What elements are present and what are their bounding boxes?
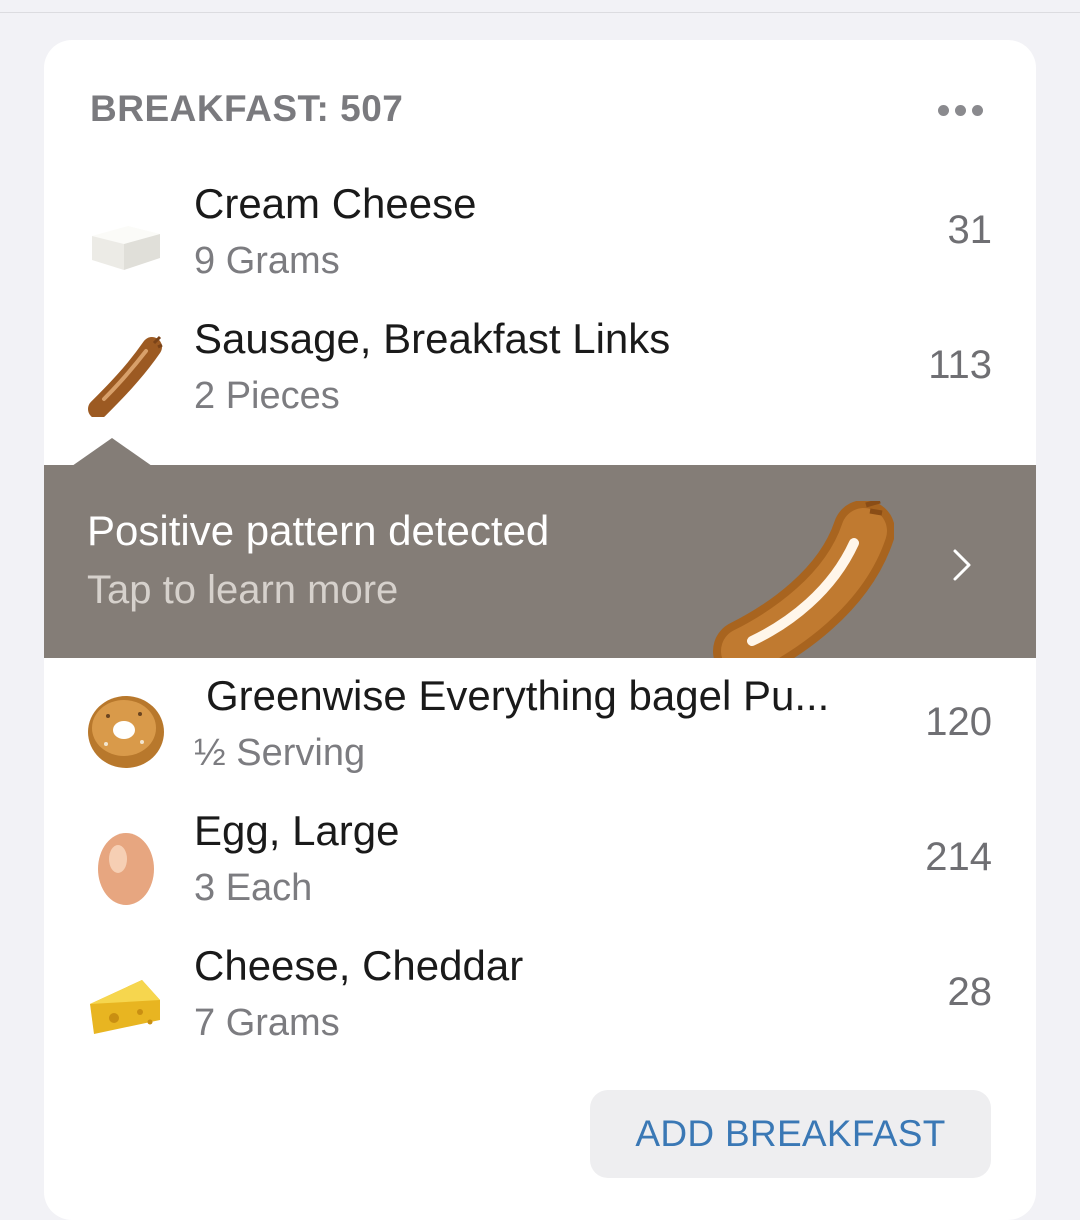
sausage-icon bbox=[713, 501, 894, 658]
more-dot bbox=[972, 105, 983, 116]
banner-subtitle: Tap to learn more bbox=[87, 568, 399, 612]
food-name: Cheese, Cheddar bbox=[194, 942, 524, 989]
banner-notch bbox=[72, 438, 152, 466]
food-quantity: 7 Grams bbox=[194, 1002, 340, 1044]
food-row-bagel[interactable]: Greenwise Everything bagel Pu... ½ Servi… bbox=[44, 672, 1036, 792]
food-quantity: 3 Each bbox=[194, 867, 313, 909]
food-calories: 214 bbox=[925, 835, 992, 879]
food-row-egg[interactable]: Egg, Large 3 Each 214 bbox=[44, 807, 1036, 927]
food-row-sausage[interactable]: Sausage, Breakfast Links 2 Pieces 113 bbox=[44, 315, 1036, 435]
chevron-right-icon bbox=[953, 549, 971, 581]
food-row-cheddar[interactable]: Cheese, Cheddar 7 Grams 28 bbox=[44, 942, 1036, 1062]
card-header: BREAKFAST: 507 bbox=[90, 88, 990, 132]
food-calories: 28 bbox=[947, 970, 993, 1014]
sausage-icon bbox=[88, 335, 163, 417]
food-calories: 113 bbox=[928, 343, 992, 387]
egg-icon bbox=[98, 833, 154, 905]
food-quantity: 9 Grams bbox=[194, 240, 340, 282]
top-divider bbox=[0, 12, 1080, 13]
bagel-icon bbox=[88, 696, 164, 768]
food-name: Greenwise Everything bagel Pu... bbox=[206, 672, 830, 719]
food-calories: 120 bbox=[925, 700, 992, 744]
cream-cheese-icon bbox=[92, 226, 160, 270]
meal-title: BREAKFAST: 507 bbox=[90, 88, 404, 129]
food-name: Cream Cheese bbox=[194, 180, 477, 227]
food-name: Sausage, Breakfast Links bbox=[194, 315, 671, 362]
positive-pattern-banner[interactable]: Positive pattern detected Tap to learn m… bbox=[44, 465, 1036, 658]
more-options-button[interactable] bbox=[938, 102, 984, 118]
banner-title: Positive pattern detected bbox=[87, 507, 550, 554]
add-breakfast-button[interactable]: ADD BREAKFAST bbox=[590, 1090, 991, 1178]
breakfast-card: BREAKFAST: 507 Cream Cheese 9 Grams 31 S… bbox=[44, 40, 1036, 1220]
cheese-icon bbox=[90, 980, 160, 1034]
food-row-cream-cheese[interactable]: Cream Cheese 9 Grams 31 bbox=[44, 180, 1036, 300]
food-name: Egg, Large bbox=[194, 807, 400, 854]
food-calories: 31 bbox=[947, 208, 993, 252]
food-quantity: ½ Serving bbox=[194, 732, 366, 774]
food-quantity: 2 Pieces bbox=[194, 375, 340, 417]
more-horizontal-icon bbox=[938, 105, 949, 116]
more-dot bbox=[955, 105, 966, 116]
